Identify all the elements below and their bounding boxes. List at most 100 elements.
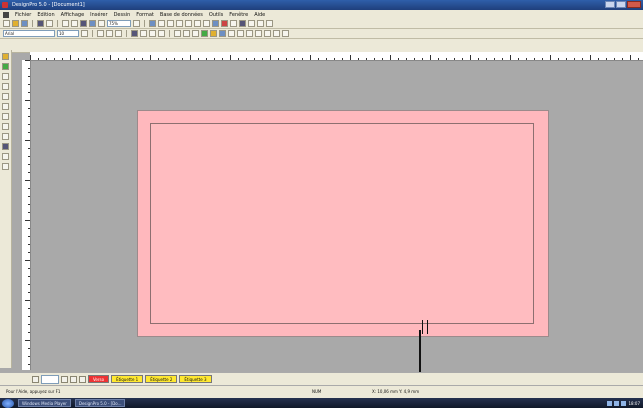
line-color-icon[interactable] [239,20,246,27]
ruler-tick [25,260,30,261]
new-icon[interactable] [3,20,10,27]
document-icon[interactable] [3,11,9,18]
volume-icon[interactable] [614,400,620,406]
ruler-tick [190,55,191,60]
tab-label-1[interactable]: Étiquette 1 [111,375,144,383]
table-icon[interactable] [228,30,235,37]
menu-format[interactable]: Format [136,12,154,18]
next-page-icon[interactable] [70,375,77,383]
zoom-dropdown-icon[interactable] [133,20,140,27]
first-page-icon[interactable] [32,375,39,383]
ruler-tick [25,60,30,61]
font-size-select[interactable]: 10 [57,30,79,37]
ruler-tick [334,58,335,60]
ruler-tick [54,58,55,60]
task-media-player[interactable]: Windows Media Player [18,399,71,407]
middle-align-icon[interactable] [183,30,190,37]
justify-icon[interactable] [158,30,165,37]
ungroup-icon[interactable] [185,20,192,27]
maximize-button[interactable] [616,1,626,8]
prev-page-icon[interactable] [61,375,68,383]
menu-tools[interactable]: Outils [209,12,223,18]
rotate-icon[interactable] [149,20,156,27]
select-tool-icon[interactable] [2,53,9,60]
minimize-button[interactable] [605,1,615,8]
send-back-icon[interactable] [203,20,210,27]
border-icon[interactable] [266,20,273,27]
align-icon[interactable] [167,20,174,27]
font-name-select[interactable]: Arial [3,30,55,37]
arrow-right-icon[interactable] [264,30,271,37]
ruler-tick [566,58,567,60]
last-page-icon[interactable] [79,375,86,383]
image-tool-icon[interactable] [2,143,9,150]
cut-icon[interactable] [62,20,69,27]
menu-edit[interactable]: Edition [37,12,54,18]
print-icon[interactable] [37,20,44,27]
redo-icon[interactable] [98,20,105,27]
polygon-tool-icon[interactable] [2,133,9,140]
flip-icon[interactable] [158,20,165,27]
text-color-icon[interactable] [248,20,255,27]
ruler-tick [390,55,391,60]
italic-icon[interactable] [106,30,113,37]
menu-window[interactable]: Fenêtre [229,12,248,18]
copy-icon[interactable] [71,20,78,27]
group-icon[interactable] [176,20,183,27]
tab-verso[interactable]: Verso [88,375,110,383]
arrow-up-icon[interactable] [273,30,280,37]
line-tool-icon[interactable] [2,103,9,110]
spacing-icon[interactable] [201,30,208,37]
bold-icon[interactable] [97,30,104,37]
start-button[interactable] [2,398,14,408]
hand-tool-icon[interactable] [2,73,9,80]
eyedropper-tool-icon[interactable] [2,163,9,170]
undo-icon[interactable] [89,20,96,27]
top-align-icon[interactable] [174,30,181,37]
menu-insert[interactable]: Insérer [90,12,107,18]
close-button[interactable] [627,1,641,8]
arrow-left-icon[interactable] [255,30,262,37]
barcode-tool-icon[interactable] [2,153,9,160]
font-color-icon[interactable] [81,30,88,37]
picture-icon[interactable] [221,20,228,27]
color-fill-icon[interactable] [210,30,217,37]
underline-icon[interactable] [115,30,122,37]
save-icon[interactable] [21,20,28,27]
align-center-icon[interactable] [140,30,147,37]
page-tabs-bar: Verso Étiquette 1 Étiquette 2 Étiquette … [0,372,643,385]
arrow-down-icon[interactable] [282,30,289,37]
tab-label-3[interactable]: Étiquette 3 [179,375,212,383]
align-left-icon[interactable] [131,30,138,37]
paragraph-tool-icon[interactable] [2,93,9,100]
bring-front-icon[interactable] [194,20,201,27]
layout-icon[interactable] [219,30,226,37]
zoom-tool-icon[interactable] [2,63,9,70]
text-tool-icon[interactable] [2,83,9,90]
menu-database[interactable]: Base de données [160,12,203,18]
security-icon[interactable] [621,400,627,406]
print-preview-icon[interactable] [46,20,53,27]
open-icon[interactable] [12,20,19,27]
barcode-icon[interactable] [246,30,253,37]
paste-icon[interactable] [80,20,87,27]
menu-draw[interactable]: Dessin [114,12,131,18]
bottom-align-icon[interactable] [192,30,199,37]
align-right-icon[interactable] [149,30,156,37]
grid-icon[interactable] [212,20,219,27]
ellipse-tool-icon[interactable] [2,123,9,130]
menu-help[interactable]: Aide [254,12,265,18]
menu-file[interactable]: Fichier [15,12,31,18]
page-number-field[interactable] [41,374,59,384]
shadow-icon[interactable] [257,20,264,27]
fill-icon[interactable] [230,20,237,27]
clock[interactable]: 18:07 [628,401,640,406]
chart-icon[interactable] [237,30,244,37]
task-designpro[interactable]: DesignPro 5.0 - [Do... [74,399,126,407]
network-icon[interactable] [607,400,613,406]
tab-label-2[interactable]: Étiquette 2 [145,375,178,383]
rectangle-tool-icon[interactable] [2,113,9,120]
zoom-select[interactable]: 75% [107,20,131,27]
menu-view[interactable]: Affichage [61,12,85,18]
ruler-tick [28,244,30,245]
